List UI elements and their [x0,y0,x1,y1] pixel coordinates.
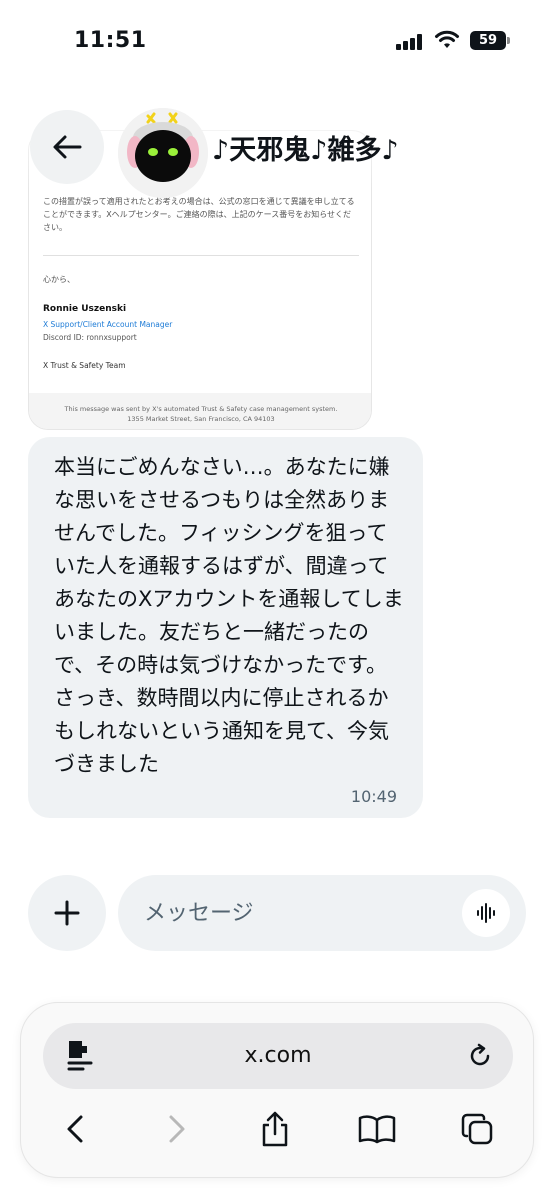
footer-line-1: This message was sent by X's automated T… [64,405,338,413]
tabs-icon [461,1113,493,1145]
browser-toolbar: x.com [20,1002,534,1178]
share-button[interactable] [253,1107,297,1151]
email-footer: This message was sent by X's automated T… [29,393,371,429]
chevron-right-icon [169,1115,185,1143]
browser-forward-button[interactable] [155,1107,199,1151]
message-input[interactable] [144,895,444,931]
plus-icon [54,900,80,926]
sender-name: Ronnie Uszenski [43,304,127,314]
cellular-signal-icon [396,34,426,50]
sender-role: X Support/Client Account Manager [43,320,173,329]
sender-discord: Discord ID: ronnxsupport [43,333,137,342]
share-icon [262,1111,288,1147]
battery-indicator: 59 [470,31,506,50]
conversation-title[interactable]: ♪天邪鬼♪雑多♪ [212,128,399,167]
team-signature: X Trust & Safety Team [43,361,126,370]
status-time: 11:51 [74,28,147,53]
status-bar: 11:51 59 [0,0,554,80]
footer-line-2: 1355 Market Street, San Francisco, CA 94… [127,415,275,423]
reload-icon[interactable] [467,1043,493,1069]
book-icon [358,1115,396,1144]
divider [43,255,359,256]
voice-message-button[interactable] [462,889,510,937]
avatar-image [118,108,208,198]
wifi-icon [435,30,459,48]
message-composer[interactable] [118,875,526,951]
arrow-left-icon [53,135,82,159]
address-bar[interactable]: x.com [43,1023,513,1089]
message-timestamp: 10:49 [350,787,397,806]
message-text: 本当にごめんなさい…。あなたに嫌な思いをさせるつもりは全然ありませんでした。フィ… [54,455,404,776]
avatar[interactable] [118,108,208,198]
add-attachment-button[interactable] [28,875,106,951]
waveform-icon [477,903,495,923]
message-bubble[interactable]: 本当にごめんなさい…。あなたに嫌な思いをさせるつもりは全然ありませんでした。フィ… [28,437,423,818]
bookmarks-button[interactable] [355,1107,399,1151]
browser-back-button[interactable] [53,1107,97,1151]
email-closing: 心から、 [43,275,75,284]
back-button[interactable] [30,110,104,184]
email-notice-text: この措置が誤って適用されたとお考えの場合は、公式の窓口を通じて異議を申し立てるこ… [43,197,355,232]
url-text: x.com [244,1043,312,1068]
battery-cap [507,37,510,44]
chevron-left-icon [67,1115,83,1143]
tabs-button[interactable] [455,1107,499,1151]
